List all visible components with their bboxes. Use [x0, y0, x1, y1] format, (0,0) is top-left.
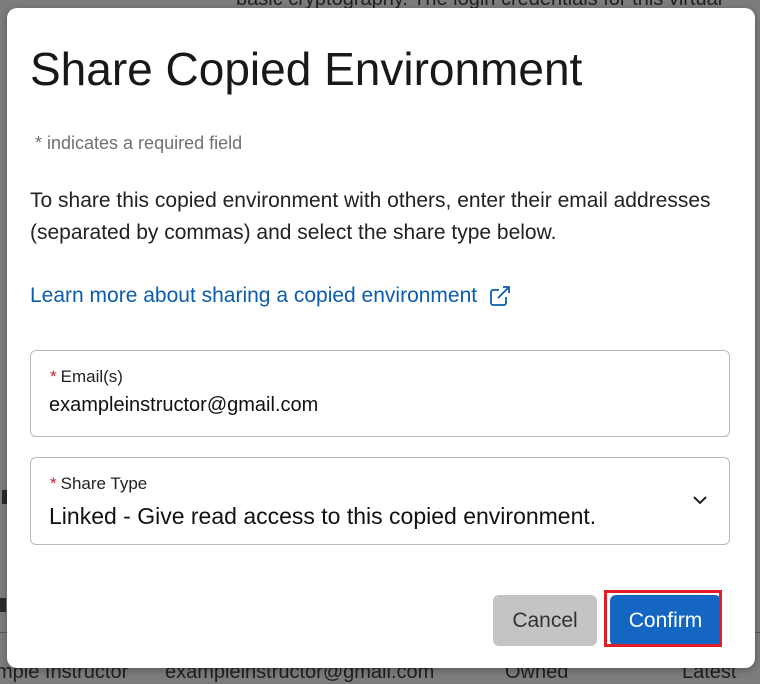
required-star: *	[50, 367, 57, 386]
email-input[interactable]	[49, 394, 689, 417]
share-type-label: * Share Type	[50, 474, 148, 493]
external-link-icon	[490, 286, 511, 306]
cancel-button[interactable]: Cancel	[493, 595, 597, 646]
share-type-value: Linked - Give read access to this copied…	[49, 503, 597, 529]
email-field[interactable]: * Email(s)	[30, 350, 730, 437]
dialog-title: Share Copied Environment	[30, 43, 583, 95]
background-fragment	[0, 598, 6, 612]
required-star: *	[50, 474, 57, 493]
share-type-select[interactable]: * Share Type Linked - Give read access to…	[30, 457, 730, 545]
confirm-button[interactable]: Confirm	[610, 595, 721, 646]
email-label: * Email(s)	[50, 367, 123, 386]
share-dialog: Share Copied Environment * indicates a r…	[7, 8, 755, 668]
learn-more-link[interactable]: Learn more about sharing a copied enviro…	[30, 284, 512, 308]
required-field-note: * indicates a required field	[35, 133, 243, 153]
learn-more-label: Learn more about sharing a copied enviro…	[30, 284, 478, 307]
chevron-down-icon[interactable]	[691, 491, 709, 509]
dialog-description: To share this copied environment with ot…	[30, 189, 711, 244]
